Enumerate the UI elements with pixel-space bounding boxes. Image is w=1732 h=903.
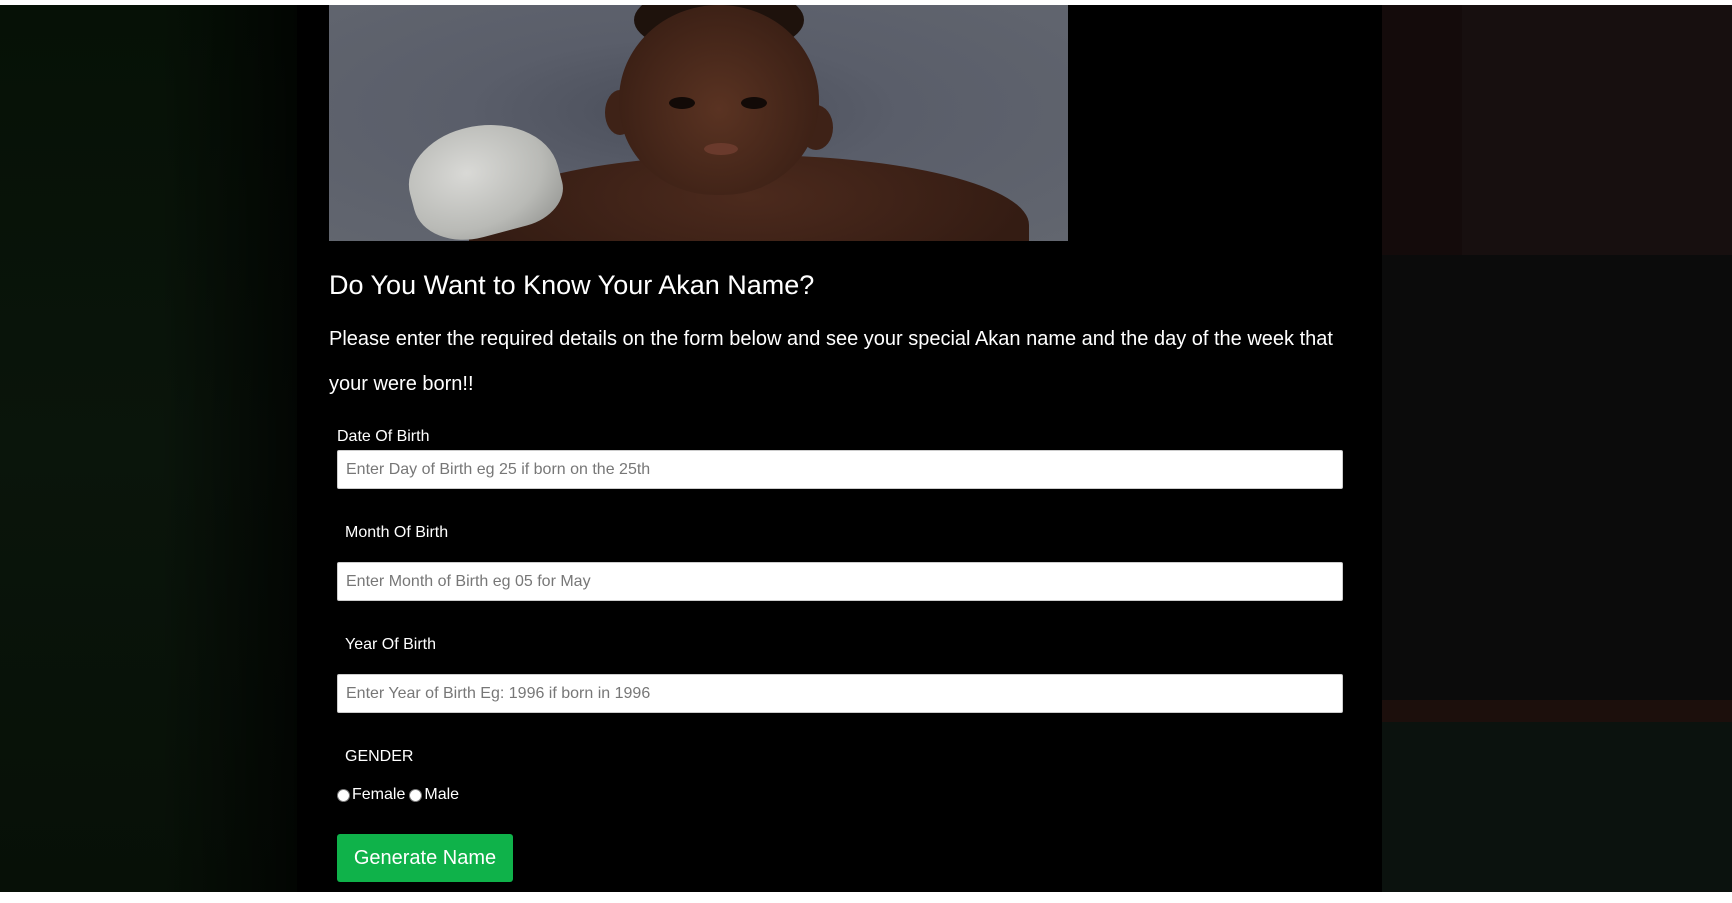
- male-radio[interactable]: [409, 788, 423, 802]
- month-of-birth-input[interactable]: [337, 562, 1343, 601]
- year-of-birth-input[interactable]: [337, 674, 1343, 713]
- background-right-panel: [1382, 5, 1732, 892]
- bottom-bar: [0, 892, 1732, 903]
- background-left-panel: [0, 5, 297, 892]
- day-of-birth-label: Date Of Birth: [337, 428, 430, 445]
- month-of-birth-label: Month Of Birth: [345, 524, 449, 541]
- intro-text: Please enter the required details on the…: [329, 328, 1333, 395]
- gender-options: Female Male: [337, 786, 463, 804]
- baby-photo: [329, 5, 1068, 241]
- gender-label: GENDER: [345, 748, 414, 765]
- page-title: Do You Want to Know Your Akan Name?: [329, 270, 815, 300]
- female-radio[interactable]: [337, 788, 350, 802]
- day-of-birth-input[interactable]: [337, 450, 1343, 489]
- generate-name-button[interactable]: Generate Name: [337, 834, 513, 882]
- male-radio-label[interactable]: Male: [424, 786, 459, 804]
- page-background: [0, 5, 1732, 892]
- female-radio-label[interactable]: Female: [352, 786, 405, 804]
- year-of-birth-label: Year Of Birth: [345, 636, 437, 653]
